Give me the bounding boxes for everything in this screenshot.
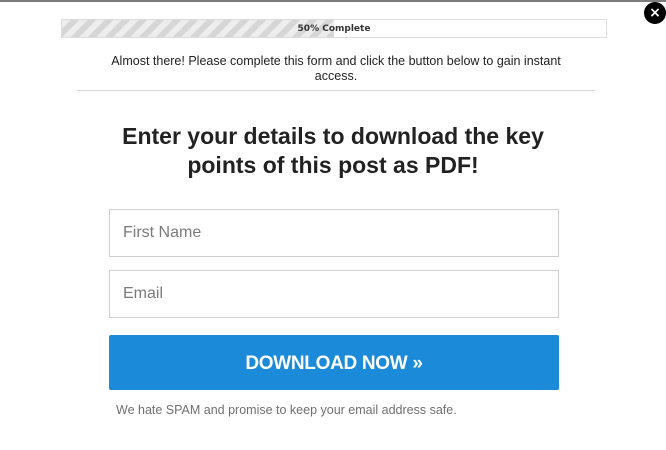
optin-popup: × 50% Complete Almost there! Please comp…: [0, 0, 666, 450]
download-now-button[interactable]: DOWNLOAD NOW »: [109, 335, 559, 390]
divider: [77, 90, 595, 91]
intro-text: Almost there! Please complete this form …: [111, 54, 561, 83]
first-name-input[interactable]: [109, 209, 559, 257]
privacy-note: We hate SPAM and promise to keep your em…: [116, 403, 457, 417]
progress-bar: 50% Complete: [61, 19, 607, 38]
headline: Enter your details to download the key p…: [122, 123, 544, 178]
close-icon[interactable]: ×: [644, 2, 666, 24]
email-input[interactable]: [109, 270, 559, 318]
progress-label: 50% Complete: [297, 24, 371, 34]
